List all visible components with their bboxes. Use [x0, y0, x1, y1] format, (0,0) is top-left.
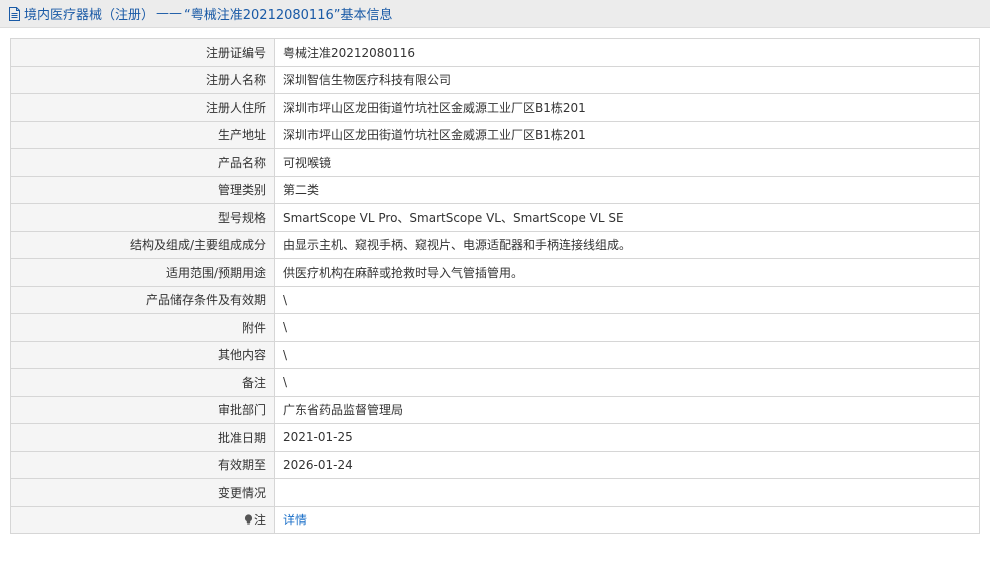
row-value: 供医疗机构在麻醉或抢救时导入气管插管用。 [274, 258, 980, 287]
row-value: 2026-01-24 [274, 450, 980, 479]
row-value: 深圳市坪山区龙田街道竹坑社区金威源工业厂区B1栋201 [274, 93, 980, 122]
row-label: 产品储存条件及有效期 [10, 285, 275, 314]
table-row: 管理类别 第二类 [10, 175, 980, 204]
row-value: \ [274, 313, 980, 342]
row-label: 型号规格 [10, 203, 275, 232]
row-label: 生产地址 [10, 120, 275, 149]
note-label-cell: 注 [10, 505, 275, 534]
note-value-cell: 详情 [274, 505, 980, 534]
row-label: 备注 [10, 368, 275, 397]
row-label: 注册人名称 [10, 65, 275, 94]
table-row: 注册人名称 深圳智信生物医疗科技有限公司 [10, 65, 980, 94]
row-label: 其他内容 [10, 340, 275, 369]
table-row: 生产地址 深圳市坪山区龙田街道竹坑社区金威源工业厂区B1栋201 [10, 120, 980, 149]
row-value: 2021-01-25 [274, 423, 980, 452]
row-label: 结构及组成/主要组成成分 [10, 230, 275, 259]
row-label: 管理类别 [10, 175, 275, 204]
row-value: 深圳市坪山区龙田街道竹坑社区金威源工业厂区B1栋201 [274, 120, 980, 149]
header-category: 境内医疗器械（注册） [24, 8, 155, 23]
lightbulb-icon [244, 514, 253, 525]
row-value: \ [274, 340, 980, 369]
row-value: \ [274, 368, 980, 397]
row-value: SmartScope VL Pro、SmartScope VL、SmartSco… [274, 203, 980, 232]
table-row: 结构及组成/主要组成成分 由显示主机、窥视手柄、窥视片、电源适配器和手柄连接线组成… [10, 230, 980, 259]
table-row: 其他内容 \ [10, 340, 980, 369]
table-row: 备注 \ [10, 368, 980, 397]
row-label: 变更情况 [10, 478, 275, 507]
row-value: 粤械注准20212080116 [274, 38, 980, 67]
row-value: 可视喉镜 [274, 148, 980, 177]
row-label: 批准日期 [10, 423, 275, 452]
table-row: 适用范围/预期用途 供医疗机构在麻醉或抢救时导入气管插管用。 [10, 258, 980, 287]
row-value: 第二类 [274, 175, 980, 204]
table-row: 注册人住所 深圳市坪山区龙田街道竹坑社区金威源工业厂区B1栋201 [10, 93, 980, 122]
document-icon [9, 6, 20, 21]
row-label: 附件 [10, 313, 275, 342]
row-label: 产品名称 [10, 148, 275, 177]
row-label: 注册证编号 [10, 38, 275, 67]
table-row: 型号规格 SmartScope VL Pro、SmartScope VL、Smar… [10, 203, 980, 232]
row-label: 适用范围/预期用途 [10, 258, 275, 287]
row-value: 广东省药品监督管理局 [274, 395, 980, 424]
row-label: 注册人住所 [10, 93, 275, 122]
table-row: 变更情况 [10, 478, 980, 507]
details-link[interactable]: 详情 [283, 513, 307, 527]
row-label: 有效期至 [10, 450, 275, 479]
row-value: 深圳智信生物医疗科技有限公司 [274, 65, 980, 94]
row-value: 由显示主机、窥视手柄、窥视片、电源适配器和手柄连接线组成。 [274, 230, 980, 259]
table-row: 产品储存条件及有效期 \ [10, 285, 980, 314]
row-label: 审批部门 [10, 395, 275, 424]
header-separator: —— [156, 6, 183, 21]
table-row: 批准日期 2021-01-25 [10, 423, 980, 452]
table-row: 附件 \ [10, 313, 980, 342]
row-value [274, 478, 980, 507]
table-row: 审批部门 广东省药品监督管理局 [10, 395, 980, 424]
detail-table: 注册证编号 粤械注准20212080116 注册人名称 深圳智信生物医疗科技有限公司… [10, 38, 980, 534]
row-value: \ [274, 285, 980, 314]
page-header: 境内医疗器械（注册） —— “粤械注准20212080116”基本信息 [0, 0, 990, 28]
header-title: “粤械注准20212080116”基本信息 [184, 8, 393, 23]
note-row: 注 详情 [10, 505, 980, 534]
note-label: 注 [253, 513, 266, 528]
table-row: 注册证编号 粤械注准20212080116 [10, 38, 980, 67]
table-row: 有效期至 2026-01-24 [10, 450, 980, 479]
table-row: 产品名称 可视喉镜 [10, 148, 980, 177]
